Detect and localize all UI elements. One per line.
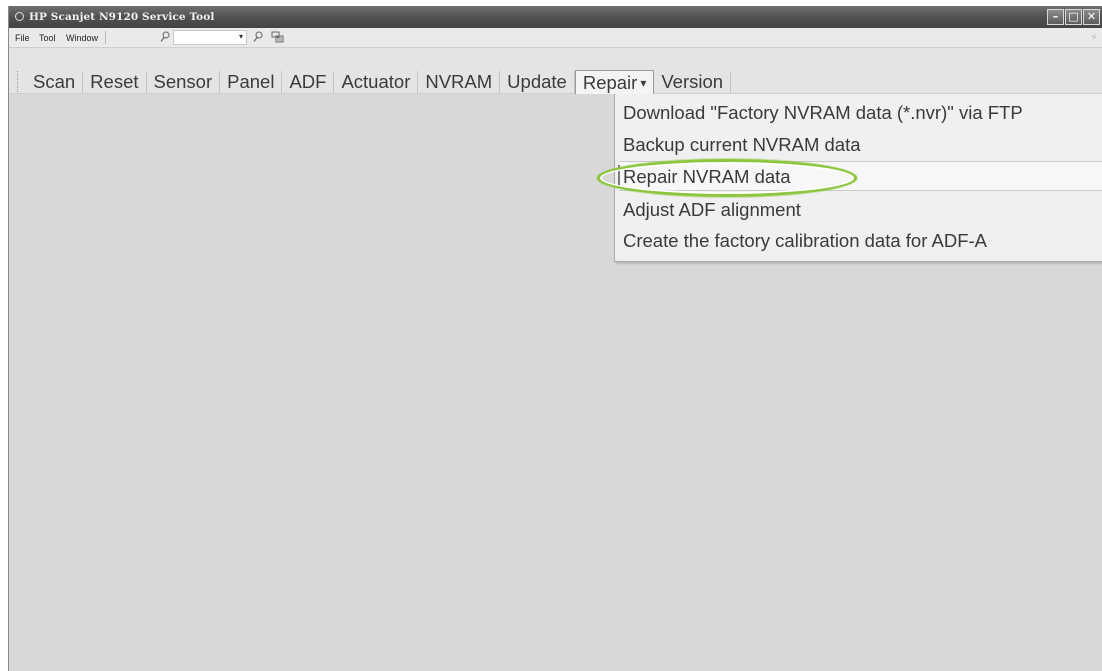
tab-update[interactable]: Update (500, 71, 575, 93)
window-title: HP Scanjet N9120 Service Tool (29, 11, 215, 23)
close-button[interactable]: ✕ (1083, 9, 1100, 25)
window-controls: – □ ✕ (1047, 9, 1100, 25)
chevron-down-icon[interactable]: ▾ (239, 32, 243, 41)
menu-tool[interactable]: Tool (39, 33, 56, 43)
menu-item-download-factory-nvram[interactable]: Download "Factory NVRAM data (*.nvr)" vi… (623, 98, 1023, 128)
highlight-callout-ring (597, 159, 857, 197)
function-tabs: Scan Reset Sensor Panel ADF Actuator NVR… (25, 70, 732, 94)
tab-version[interactable]: Version (654, 71, 732, 93)
tab-nvram[interactable]: NVRAM (418, 71, 501, 93)
menu-item-backup-nvram[interactable]: Backup current NVRAM data (623, 130, 861, 160)
menu-window[interactable]: Window (66, 33, 98, 43)
menu-item-create-factory-calibration[interactable]: Create the factory calibration data for … (623, 226, 987, 256)
chevron-down-icon: ▾ (640, 76, 647, 90)
tab-scan[interactable]: Scan (25, 71, 84, 93)
search-combo[interactable]: ▾ (173, 30, 247, 45)
function-tab-bar: Scan Reset Sensor Panel ADF Actuator NVR… (9, 48, 1102, 94)
tab-reset[interactable]: Reset (83, 71, 147, 93)
find-icon[interactable] (253, 31, 263, 43)
tab-actuator[interactable]: Actuator (334, 71, 419, 93)
minimize-button[interactable]: – (1047, 9, 1064, 25)
pin-icon[interactable]: ⚡ (1090, 31, 1098, 44)
tab-sensor[interactable]: Sensor (147, 71, 221, 93)
tab-adf[interactable]: ADF (282, 71, 335, 93)
menu-item-adjust-adf-alignment[interactable]: Adjust ADF alignment (623, 195, 801, 225)
service-tool-window: HP Scanjet N9120 Service Tool – □ ✕ File… (8, 6, 1102, 671)
toolbar-icon[interactable] (271, 31, 284, 43)
tab-repair[interactable]: Repair ▾ (574, 70, 655, 94)
tab-repair-label: Repair (582, 72, 638, 93)
title-bar[interactable]: HP Scanjet N9120 Service Tool – □ ✕ (9, 6, 1102, 28)
tab-panel[interactable]: Panel (220, 71, 283, 93)
toolbar-grip[interactable] (17, 71, 20, 92)
maximize-button[interactable]: □ (1065, 9, 1082, 25)
menu-separator (105, 31, 106, 44)
app-icon (15, 12, 24, 21)
search-icon[interactable] (160, 31, 170, 43)
menu-bar: File Tool Window ▾ ⚡ (9, 28, 1102, 48)
menu-file[interactable]: File (15, 33, 30, 43)
